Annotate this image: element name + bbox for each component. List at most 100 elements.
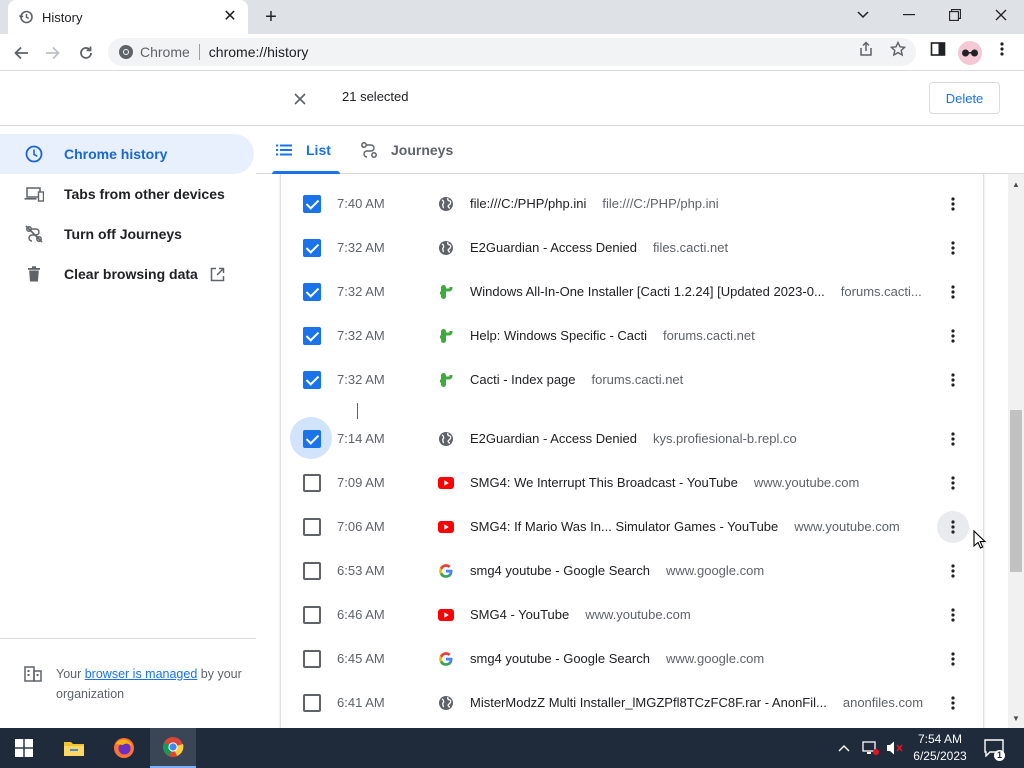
browser-toolbar: Chrome chrome://history bbox=[0, 34, 1024, 71]
close-window-button[interactable] bbox=[978, 0, 1024, 30]
tab-journeys[interactable]: Journeys bbox=[359, 126, 453, 174]
history-row[interactable]: 7:09 AM SMG4: We Interrupt This Broadcast… bbox=[281, 461, 983, 505]
row-more-actions-icon[interactable] bbox=[937, 599, 969, 631]
history-row[interactable]: 7:06 AM SMG4: If Mario Was In... Simulato… bbox=[281, 505, 983, 549]
sidebar-item-chrome-history[interactable]: Chrome history bbox=[0, 134, 254, 174]
list-icon bbox=[274, 140, 294, 160]
address-bar[interactable]: Chrome chrome://history bbox=[108, 38, 916, 66]
history-row[interactable]: 6:46 AM SMG4 - YouTube www.youtube.com bbox=[281, 593, 983, 637]
file-explorer-icon[interactable] bbox=[52, 728, 96, 768]
history-link[interactable]: smg4 youtube - Google Search www.google.c… bbox=[470, 563, 764, 578]
history-row[interactable]: 7:32 AM E2Guardian - Access Denied files.c… bbox=[281, 226, 983, 270]
new-tab-button[interactable]: + bbox=[260, 6, 282, 28]
row-checkbox[interactable] bbox=[303, 327, 321, 345]
history-link[interactable]: E2Guardian - Access Denied kys.profiesion… bbox=[470, 431, 797, 446]
row-checkbox[interactable] bbox=[303, 430, 321, 448]
sidebar: Chrome history Tabs from other devices T… bbox=[0, 126, 256, 728]
visit-time: 7:14 AM bbox=[337, 431, 385, 446]
network-icon[interactable] bbox=[862, 728, 880, 768]
row-checkbox[interactable] bbox=[303, 694, 321, 712]
close-tab-icon[interactable]: ✕ bbox=[222, 9, 238, 25]
row-checkbox[interactable] bbox=[303, 650, 321, 668]
delete-button[interactable]: Delete bbox=[929, 82, 1000, 114]
firefox-icon[interactable] bbox=[102, 728, 146, 768]
building-icon bbox=[24, 666, 42, 682]
start-button[interactable] bbox=[0, 728, 48, 768]
history-row[interactable]: 7:14 AM E2Guardian - Access Denied kys.pro… bbox=[281, 417, 983, 461]
cacti-icon bbox=[438, 284, 454, 300]
back-icon[interactable] bbox=[8, 40, 34, 66]
profile-avatar[interactable] bbox=[958, 41, 982, 65]
url-text[interactable]: chrome://history bbox=[209, 44, 309, 60]
history-link[interactable]: E2Guardian - Access Denied files.cacti.ne… bbox=[470, 240, 728, 255]
scroll-up-arrow-icon[interactable]: ▲ bbox=[1008, 176, 1024, 192]
row-checkbox[interactable] bbox=[303, 518, 321, 536]
chrome-taskbar-icon[interactable] bbox=[150, 728, 196, 768]
clear-selection-icon[interactable] bbox=[289, 88, 311, 110]
browser-managed-link[interactable]: browser is managed bbox=[85, 667, 198, 681]
row-more-actions-icon[interactable] bbox=[937, 511, 969, 543]
row-checkbox[interactable] bbox=[303, 239, 321, 257]
row-checkbox[interactable] bbox=[303, 371, 321, 389]
taskbar-clock[interactable]: 7:54 AM 6/25/2023 bbox=[908, 731, 972, 765]
sidebar-item-tabs-other-devices[interactable]: Tabs from other devices bbox=[0, 174, 254, 214]
history-row[interactable]: 6:41 AM MisterModzZ Multi Installer_lMGZP… bbox=[281, 681, 983, 725]
scrollbar-thumb[interactable] bbox=[1010, 410, 1022, 572]
page-domain: www.google.com bbox=[665, 563, 765, 578]
history-link[interactable]: Windows All-In-One Installer [Cacti 1.2.… bbox=[470, 284, 922, 299]
row-more-actions-icon[interactable] bbox=[937, 188, 969, 220]
row-checkbox[interactable] bbox=[303, 474, 321, 492]
row-checkbox[interactable] bbox=[303, 606, 321, 624]
row-more-actions-icon[interactable] bbox=[937, 232, 969, 264]
globe-icon bbox=[438, 695, 454, 711]
notifications-icon[interactable]: 1 bbox=[982, 728, 1006, 768]
history-row[interactable]: 6:53 AM smg4 youtube - Google Search www.g… bbox=[281, 549, 983, 593]
volume-muted-icon[interactable] bbox=[886, 728, 904, 768]
history-row[interactable]: 7:32 AM Windows All-In-One Installer [Cac… bbox=[281, 270, 983, 314]
forward-icon[interactable] bbox=[40, 40, 66, 66]
row-more-actions-icon[interactable] bbox=[937, 423, 969, 455]
row-more-actions-icon[interactable] bbox=[937, 643, 969, 675]
scroll-down-arrow-icon[interactable]: ▼ bbox=[1008, 710, 1024, 726]
page-domain: forums.cacti... bbox=[840, 284, 922, 299]
row-checkbox[interactable] bbox=[303, 195, 321, 213]
side-panel-icon[interactable] bbox=[928, 39, 948, 59]
history-row[interactable]: 7:40 AM file:///C:/PHP/php.ini file:///C:/… bbox=[281, 182, 983, 226]
reload-icon[interactable] bbox=[73, 40, 99, 66]
row-checkbox[interactable] bbox=[303, 283, 321, 301]
page-domain: anonfiles.com bbox=[842, 695, 924, 710]
tab-search-icon[interactable] bbox=[840, 0, 886, 30]
page-scrollbar[interactable]: ▲ ▼ bbox=[1008, 174, 1024, 728]
history-link[interactable]: SMG4: We Interrupt This Broadcast - YouT… bbox=[470, 475, 859, 490]
history-row[interactable]: 6:45 AM smg4 youtube - Google Search www.g… bbox=[281, 637, 983, 681]
history-link[interactable]: Cacti - Index page forums.cacti.net bbox=[470, 372, 683, 387]
clock-date: 6/25/2023 bbox=[913, 749, 967, 763]
history-link[interactable]: SMG4 - YouTube www.youtube.com bbox=[470, 607, 691, 622]
sidebar-item-turn-off-journeys[interactable]: Turn off Journeys bbox=[0, 214, 254, 254]
tray-chevron-icon[interactable] bbox=[838, 728, 850, 768]
restore-button[interactable] bbox=[932, 0, 978, 30]
row-more-actions-icon[interactable] bbox=[937, 467, 969, 499]
history-link[interactable]: MisterModzZ Multi Installer_lMGZPfl8TCzF… bbox=[470, 695, 923, 710]
tab-list[interactable]: List bbox=[274, 126, 331, 174]
share-icon[interactable] bbox=[856, 39, 876, 59]
sidebar-item-label: Tabs from other devices bbox=[64, 186, 225, 202]
sidebar-item-clear-browsing-data[interactable]: Clear browsing data bbox=[0, 254, 254, 294]
menu-kebab-icon[interactable] bbox=[992, 39, 1012, 59]
history-link[interactable]: file:///C:/PHP/php.ini file:///C:/PHP/php… bbox=[470, 196, 719, 211]
browser-tab-history[interactable]: History ✕ bbox=[8, 0, 248, 34]
history-link[interactable]: SMG4: If Mario Was In... Simulator Games… bbox=[470, 519, 900, 534]
row-more-actions-icon[interactable] bbox=[937, 276, 969, 308]
row-more-actions-icon[interactable] bbox=[937, 320, 969, 352]
row-more-actions-icon[interactable] bbox=[937, 555, 969, 587]
history-link[interactable]: smg4 youtube - Google Search www.google.c… bbox=[470, 651, 764, 666]
history-link[interactable]: Help: Windows Specific - Cacti forums.cac… bbox=[470, 328, 755, 343]
row-checkbox[interactable] bbox=[303, 562, 321, 580]
minimize-button[interactable] bbox=[886, 0, 932, 30]
row-more-actions-icon[interactable] bbox=[937, 687, 969, 719]
history-row[interactable]: 7:32 AM Cacti - Index page forums.cacti.ne… bbox=[281, 358, 983, 402]
bookmark-star-icon[interactable] bbox=[888, 39, 908, 59]
history-row[interactable]: 7:32 AM Help: Windows Specific - Cacti for… bbox=[281, 314, 983, 358]
page-title: Cacti - Index page bbox=[470, 372, 576, 387]
row-more-actions-icon[interactable] bbox=[937, 364, 969, 396]
